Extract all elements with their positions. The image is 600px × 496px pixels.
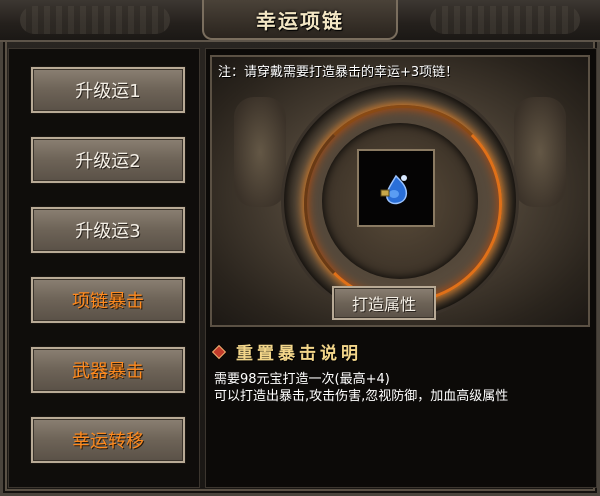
sidebar-panel: 升级运1 升级运2 升级运3 项链暴击 武器暴击 幸运转移: [8, 48, 200, 488]
necklace-crit-label: 项链暴击: [72, 291, 144, 312]
forge-attribute-label: 打造属性: [351, 295, 416, 314]
section-title: 重置暴击说明: [236, 344, 362, 364]
window-title: 幸运项链: [256, 8, 344, 33]
description-line: 需要98元宝打造一次(最高+4): [214, 372, 390, 387]
necklace-slot[interactable]: [357, 149, 435, 227]
notice-text: 注：请穿戴需要打造暴击的幸运+3项链！: [218, 65, 459, 80]
weapon-crit-button[interactable]: 武器暴击: [31, 347, 185, 393]
luck-transfer-button[interactable]: 幸运转移: [31, 417, 185, 463]
upgrade-luck-1-label: 升级运1: [75, 81, 141, 102]
diamond-bullet-icon: [211, 344, 227, 359]
upgrade-luck-3-button[interactable]: 升级运3: [31, 207, 185, 253]
title-bar: 幸运项链: [0, 0, 600, 42]
luck-transfer-label: 幸运转移: [72, 431, 144, 452]
left-dragon-ornament: [20, 6, 170, 34]
forge-attribute-button[interactable]: 打造属性: [332, 286, 436, 320]
forge-showcase: 注：请穿戴需要打造暴击的幸运+3项链！ 打造属性: [210, 55, 590, 327]
right-guardian-ornament: [514, 97, 566, 207]
section-header: 重置暴击说明: [211, 339, 362, 364]
left-guardian-ornament: [234, 97, 286, 207]
right-dragon-ornament: [430, 6, 580, 34]
main-panel: 注：请穿戴需要打造暴击的幸运+3项链！ 打造属性 重置暴击说明 需要98元宝打造…: [205, 48, 597, 488]
upgrade-luck-2-button[interactable]: 升级运2: [31, 137, 185, 183]
description-line: 可以打造出暴击,攻击伤害,忽视防御，加血高级属性: [214, 389, 509, 404]
necklace-crit-button[interactable]: 项链暴击: [31, 277, 185, 323]
description-block: 需要98元宝打造一次(最高+4) 可以打造出暴击,攻击伤害,忽视防御，加血高级属…: [214, 371, 508, 405]
upgrade-luck-2-label: 升级运2: [75, 151, 141, 172]
upgrade-luck-1-button[interactable]: 升级运1: [31, 67, 185, 113]
upgrade-luck-3-label: 升级运3: [75, 221, 141, 242]
title-plate: 幸运项链: [202, 0, 398, 40]
blue-potion-icon: [380, 174, 408, 205]
weapon-crit-label: 武器暴击: [72, 361, 144, 382]
